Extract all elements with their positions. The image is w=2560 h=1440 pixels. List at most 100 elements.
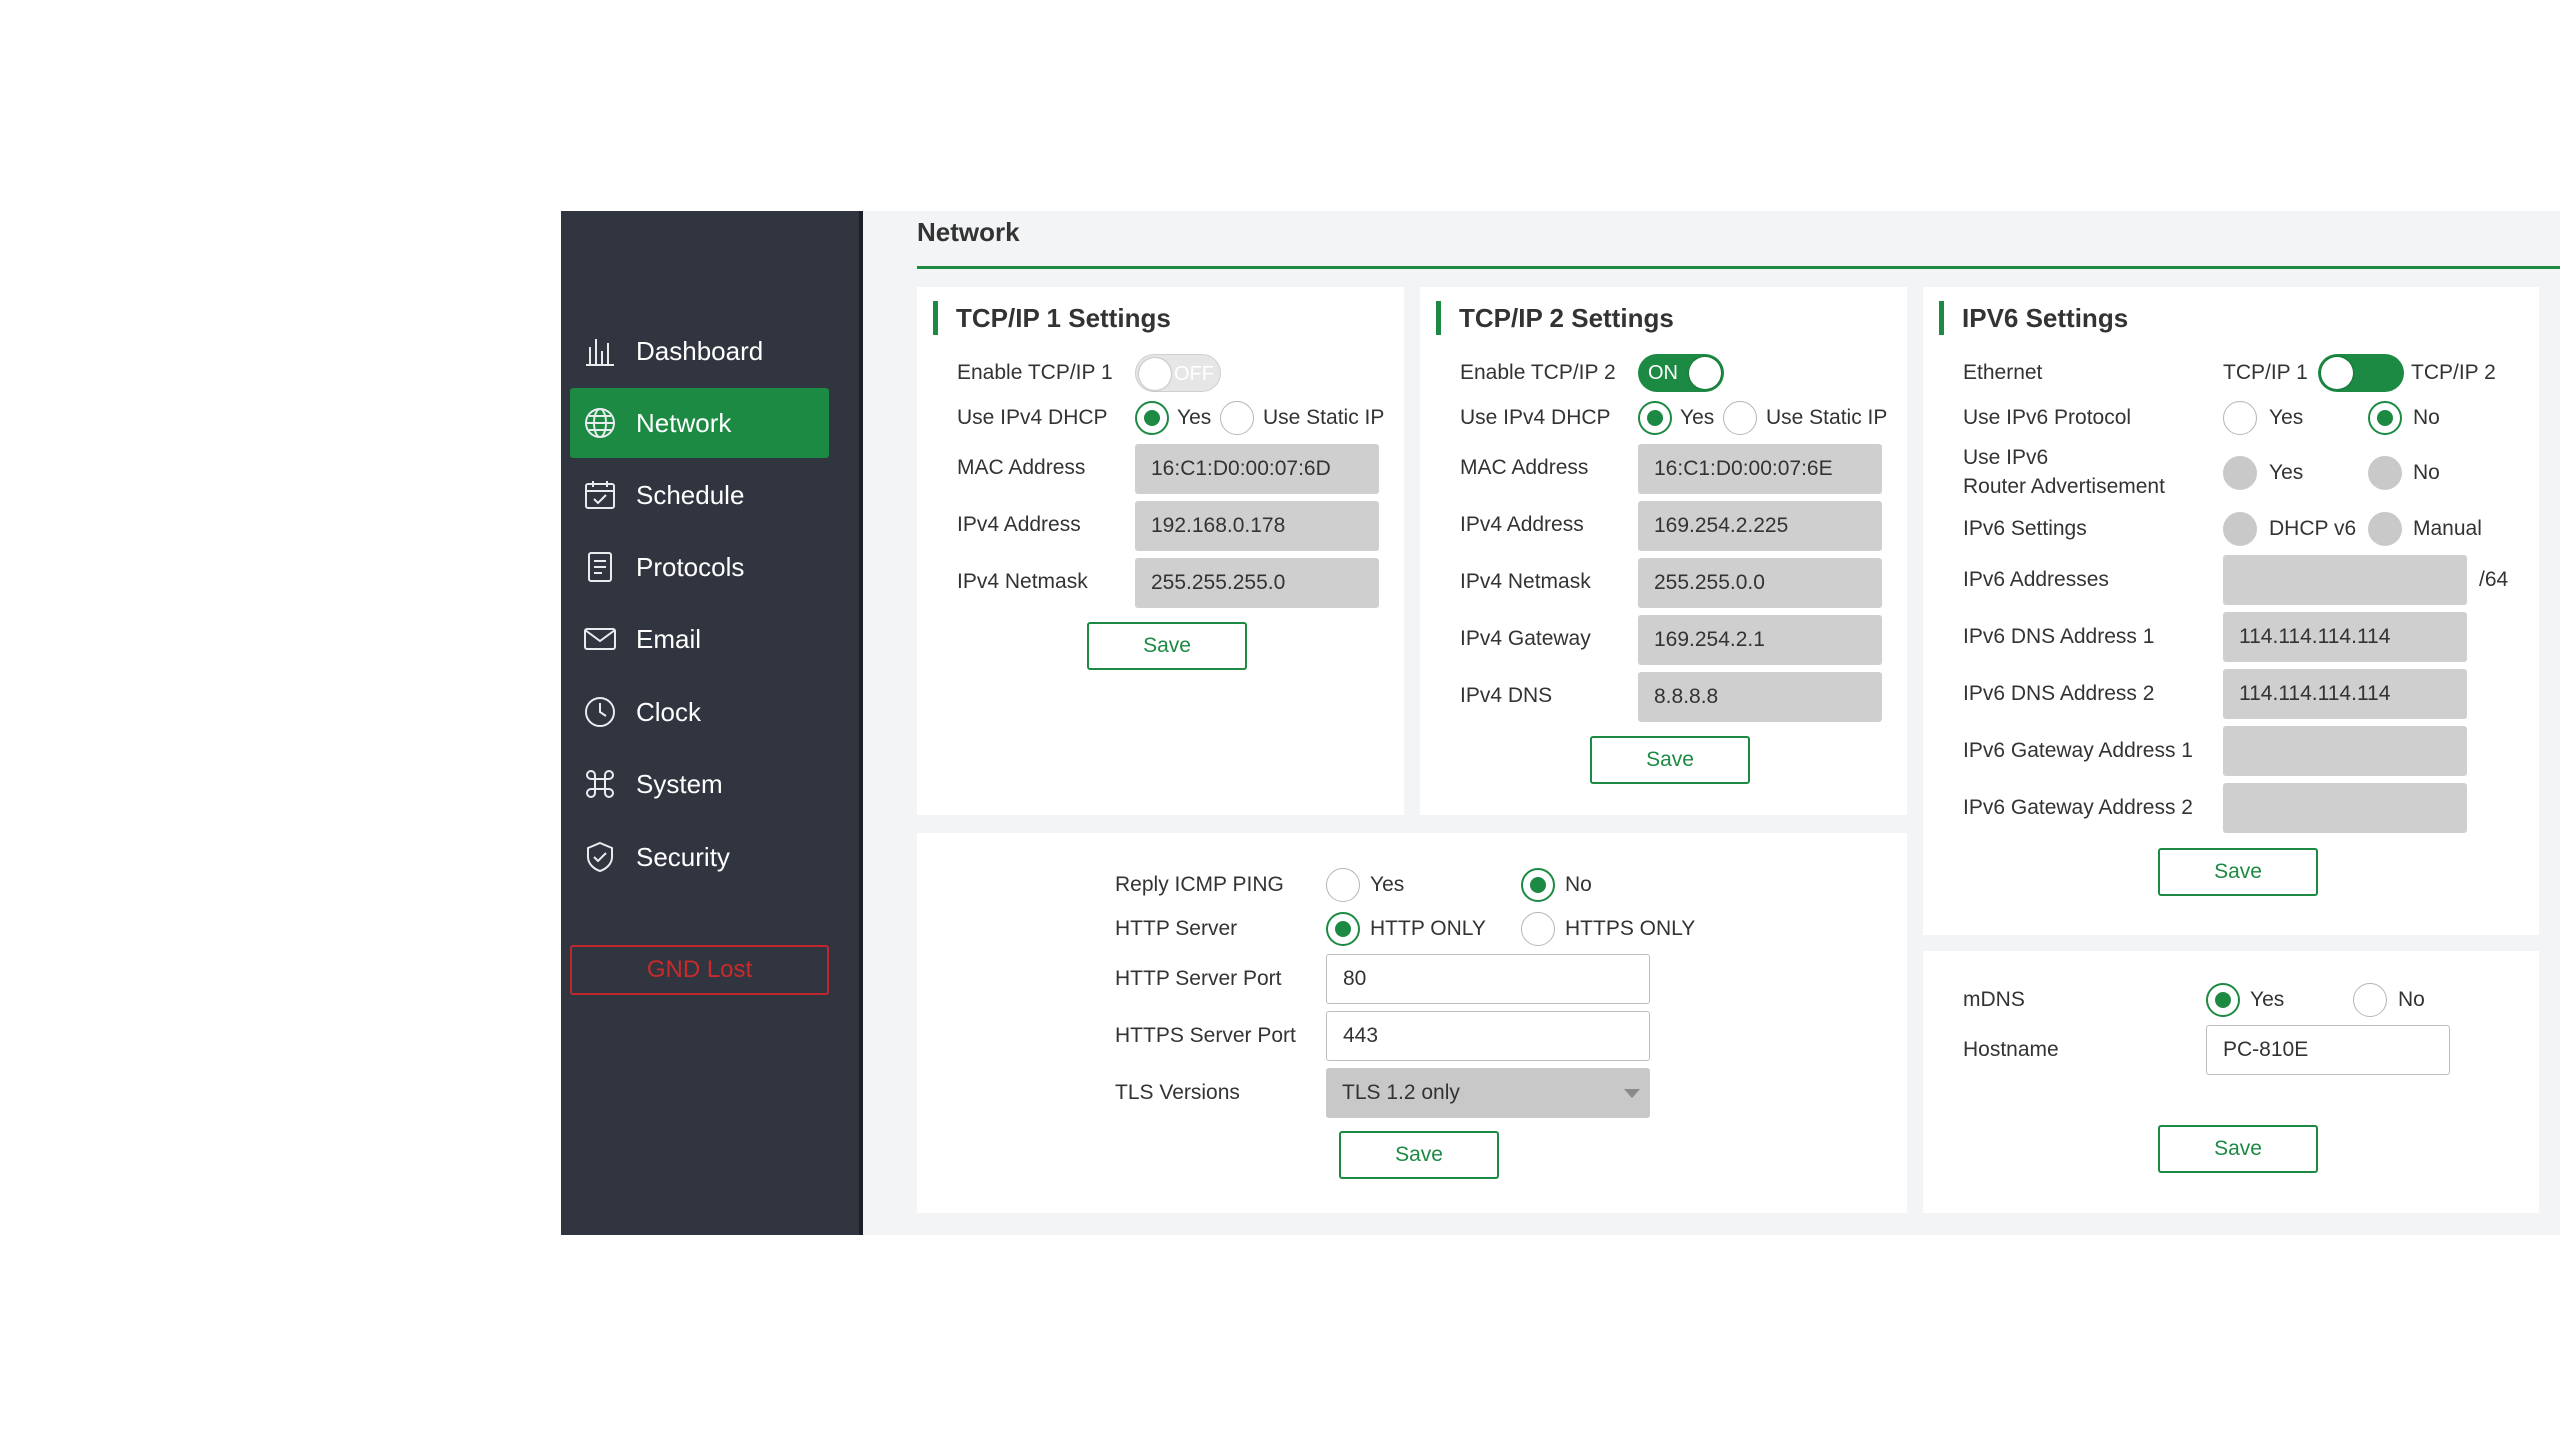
ipv6-gateway2-field[interactable] xyxy=(2223,783,2467,833)
mdns-card: mDNS Yes No Hostname PC-810E Save xyxy=(1923,951,2539,1213)
mdns-yes-label: Yes xyxy=(2250,988,2285,1011)
static-ip-radio[interactable] xyxy=(1723,401,1757,435)
sidebar-item-label: Email xyxy=(636,623,702,654)
static-ip-label: Use Static IP xyxy=(1263,406,1385,429)
ipv4-netmask-label: IPv4 Netmask xyxy=(957,570,1088,593)
icmp-yes-radio[interactable] xyxy=(1326,868,1360,902)
sidebar-item-security[interactable]: Security xyxy=(570,822,829,892)
ipv6-settings-label: IPv6 Settings xyxy=(1963,517,2087,540)
ethernet-tcpip1-label: TCP/IP 1 xyxy=(2223,361,2308,384)
sidebar-item-email[interactable]: Email xyxy=(570,604,829,674)
command-icon xyxy=(582,766,618,802)
globe-icon xyxy=(582,405,618,441)
https-port-input[interactable]: 443 xyxy=(1326,1011,1650,1061)
ethernet-select-toggle[interactable] xyxy=(2318,354,2404,392)
ipv4-dns-field: 8.8.8.8 xyxy=(1638,672,1882,722)
icmp-no-radio[interactable] xyxy=(1521,868,1555,902)
bar-chart-icon xyxy=(582,333,618,369)
ipv4-gateway-label: IPv4 Gateway xyxy=(1460,627,1591,650)
hostname-label: Hostname xyxy=(1963,1038,2059,1061)
tcpip2-save-button[interactable]: Save xyxy=(1590,736,1750,784)
sidebar-item-system[interactable]: System xyxy=(570,749,829,819)
ipv6-protocol-yes-radio[interactable] xyxy=(2223,401,2257,435)
ipv6-addresses-label: IPv6 Addresses xyxy=(1963,568,2109,591)
ipv4-address-field: 169.254.2.225 xyxy=(1638,501,1882,551)
toggle-knob xyxy=(2321,357,2353,389)
router-adv-yes-label: Yes xyxy=(2269,461,2304,484)
clock-icon xyxy=(582,694,618,730)
server-save-button[interactable]: Save xyxy=(1339,1131,1499,1179)
static-ip-label: Use Static IP xyxy=(1766,406,1888,429)
dhcp-yes-radio[interactable] xyxy=(1135,401,1169,435)
ipv6-protocol-no-label: No xyxy=(2413,406,2440,429)
static-ip-radio[interactable] xyxy=(1220,401,1254,435)
http-only-radio[interactable] xyxy=(1326,912,1360,946)
manual-radio[interactable] xyxy=(2368,512,2402,546)
mdns-no-label: No xyxy=(2398,988,2425,1011)
enable-tcpip2-toggle[interactable]: ON xyxy=(1638,354,1724,392)
envelope-icon xyxy=(582,621,618,657)
mdns-yes-radio[interactable] xyxy=(2206,983,2240,1017)
ipv6-prefix-label: /64 xyxy=(2479,568,2509,591)
https-only-radio[interactable] xyxy=(1521,912,1555,946)
ipv4-address-label: IPv4 Address xyxy=(957,513,1081,536)
router-adv-yes-radio[interactable] xyxy=(2223,456,2257,490)
mdns-label: mDNS xyxy=(1963,988,2025,1011)
mac-field: 16:C1:D0:00:07:6D xyxy=(1135,444,1379,494)
mac-label: MAC Address xyxy=(957,456,1086,479)
tcpip1-save-button[interactable]: Save xyxy=(1087,622,1247,670)
ipv6-protocol-no-radio[interactable] xyxy=(2368,401,2402,435)
ipv4-address-field: 192.168.0.178 xyxy=(1135,501,1379,551)
mdns-save-button[interactable]: Save xyxy=(2158,1125,2318,1173)
sidebar-item-schedule[interactable]: Schedule xyxy=(570,460,829,530)
ipv6-addresses-field[interactable] xyxy=(2223,555,2467,605)
server-card: Reply ICMP PING Yes No HTTP Server HTTP … xyxy=(917,833,1907,1213)
tcpip1-title: TCP/IP 1 Settings xyxy=(933,301,1171,335)
tcpip2-card: TCP/IP 2 Settings Enable TCP/IP 2 ON Use… xyxy=(1420,287,1907,815)
gnd-lost-status: GND Lost xyxy=(570,945,829,995)
enable-tcpip1-toggle[interactable]: OFF xyxy=(1135,354,1221,392)
sidebar-item-label: System xyxy=(636,768,723,799)
router-adv-label-line1: Use IPv6 xyxy=(1963,446,2049,469)
ipv6-dns2-field[interactable]: 114.114.114.114 xyxy=(2223,669,2467,719)
ipv6-gateway1-label: IPv6 Gateway Address 1 xyxy=(1963,739,2193,762)
app-window: Dashboard Network Schedule Protocols Ema… xyxy=(561,211,2560,1235)
ipv4-gateway-field: 169.254.2.1 xyxy=(1638,615,1882,665)
ipv6-save-button[interactable]: Save xyxy=(2158,848,2318,896)
ipv4-netmask-field: 255.255.255.0 xyxy=(1135,558,1379,608)
ipv6-protocol-label: Use IPv6 Protocol xyxy=(1963,406,2132,429)
router-adv-no-label: No xyxy=(2413,461,2440,484)
dhcp-yes-label: Yes xyxy=(1680,406,1715,429)
https-only-label: HTTPS ONLY xyxy=(1565,917,1696,940)
tcpip1-card: TCP/IP 1 Settings Enable TCP/IP 1 OFF Us… xyxy=(917,287,1404,815)
ipv4-dns-label: IPv4 DNS xyxy=(1460,684,1553,707)
tcpip2-title: TCP/IP 2 Settings xyxy=(1436,301,1674,335)
ipv6-gateway1-field[interactable] xyxy=(2223,726,2467,776)
sidebar-item-dashboard[interactable]: Dashboard xyxy=(570,316,829,386)
sidebar-item-label: Schedule xyxy=(636,479,745,510)
tls-versions-label: TLS Versions xyxy=(1115,1081,1240,1104)
dhcpv6-radio[interactable] xyxy=(2223,512,2257,546)
document-icon xyxy=(582,549,618,585)
sidebar-item-label: Dashboard xyxy=(636,335,764,366)
ipv6-dns1-label: IPv6 DNS Address 1 xyxy=(1963,625,2155,648)
ipv6-dns1-field[interactable]: 114.114.114.114 xyxy=(2223,612,2467,662)
mac-label: MAC Address xyxy=(1460,456,1589,479)
dhcp-label: Use IPv4 DHCP xyxy=(1460,406,1611,429)
hostname-input[interactable]: PC-810E xyxy=(2206,1025,2450,1075)
http-port-input[interactable]: 80 xyxy=(1326,954,1650,1004)
sidebar: Dashboard Network Schedule Protocols Ema… xyxy=(561,211,863,1235)
tls-versions-select[interactable]: TLS 1.2 only xyxy=(1326,1068,1650,1118)
sidebar-item-clock[interactable]: Clock xyxy=(570,677,829,747)
mdns-no-radio[interactable] xyxy=(2353,983,2387,1017)
router-adv-no-radio[interactable] xyxy=(2368,456,2402,490)
toggle-knob xyxy=(1689,357,1721,389)
dhcpv6-label: DHCP v6 xyxy=(2269,517,2357,540)
sidebar-item-label: Protocols xyxy=(636,551,745,582)
calendar-icon xyxy=(582,477,618,513)
enable-tcpip1-label: Enable TCP/IP 1 xyxy=(957,361,1113,384)
sidebar-item-protocols[interactable]: Protocols xyxy=(570,532,829,602)
mac-field: 16:C1:D0:00:07:6E xyxy=(1638,444,1882,494)
dhcp-yes-radio[interactable] xyxy=(1638,401,1672,435)
sidebar-item-network[interactable]: Network xyxy=(570,388,829,458)
